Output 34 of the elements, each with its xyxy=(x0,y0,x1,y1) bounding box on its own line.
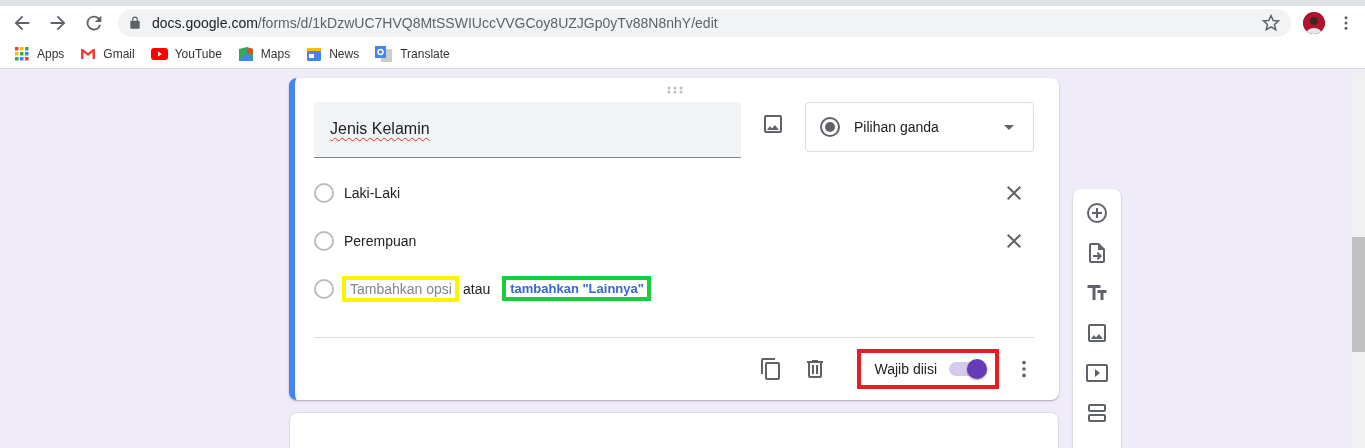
question-type-dropdown[interactable]: Pilihan ganda xyxy=(805,101,1034,152)
bookmark-link[interactable]: News xyxy=(329,47,360,61)
bookmark-link[interactable]: Gmail xyxy=(103,47,135,61)
bookmark-link[interactable]: Translate xyxy=(400,47,450,61)
add-option-field[interactable]: Tambahkan opsi xyxy=(342,275,459,302)
image-icon[interactable] xyxy=(1085,321,1109,345)
envelope-icon xyxy=(80,46,97,62)
avatar-icon[interactable] xyxy=(1303,12,1325,34)
question-title-field[interactable]: Jenis Kelamin xyxy=(314,101,741,158)
separator-text: atau xyxy=(462,280,491,297)
address-bar[interactable]: docs.google.com/forms/d/1kDzwUC7HVQ8MtSSWIUccVVGCoy8UZJGp0yTv88N8nhY/edit xyxy=(118,9,1291,37)
required-label: Wajib diisi xyxy=(874,361,937,378)
option-field[interactable]: Laki-Laki xyxy=(344,185,992,202)
add-question-icon[interactable] xyxy=(1085,201,1109,225)
drag-handle-icon[interactable] xyxy=(666,85,683,94)
bookmark-link[interactable]: Maps xyxy=(260,47,291,61)
star-icon[interactable] xyxy=(1261,13,1281,33)
newspaper-icon xyxy=(306,46,323,62)
video-icon[interactable] xyxy=(1085,361,1109,385)
section-icon[interactable] xyxy=(1085,401,1109,425)
url-text: docs.google.com/forms/d/1kDzwUC7HVQ8MtSSWIUccVVGCoy8UZJGp0yTv88N8nhY/edit xyxy=(152,15,718,31)
option-field[interactable]: Perempuan xyxy=(344,233,992,250)
bookmark-link[interactable]: Apps xyxy=(37,47,65,61)
apps-grid-icon xyxy=(14,46,30,62)
scrollbar[interactable] xyxy=(1352,73,1365,448)
map-pin-icon xyxy=(237,46,254,62)
required-toggle[interactable] xyxy=(949,362,985,377)
copy-icon[interactable] xyxy=(758,357,783,382)
lock-icon xyxy=(128,16,142,30)
add-other-link[interactable]: tambahkan "Lainnya" xyxy=(502,276,651,302)
play-icon xyxy=(150,48,168,60)
bookmark-link[interactable]: YouTube xyxy=(174,47,222,61)
translate-icon xyxy=(375,46,394,62)
radio-icon xyxy=(818,114,842,139)
